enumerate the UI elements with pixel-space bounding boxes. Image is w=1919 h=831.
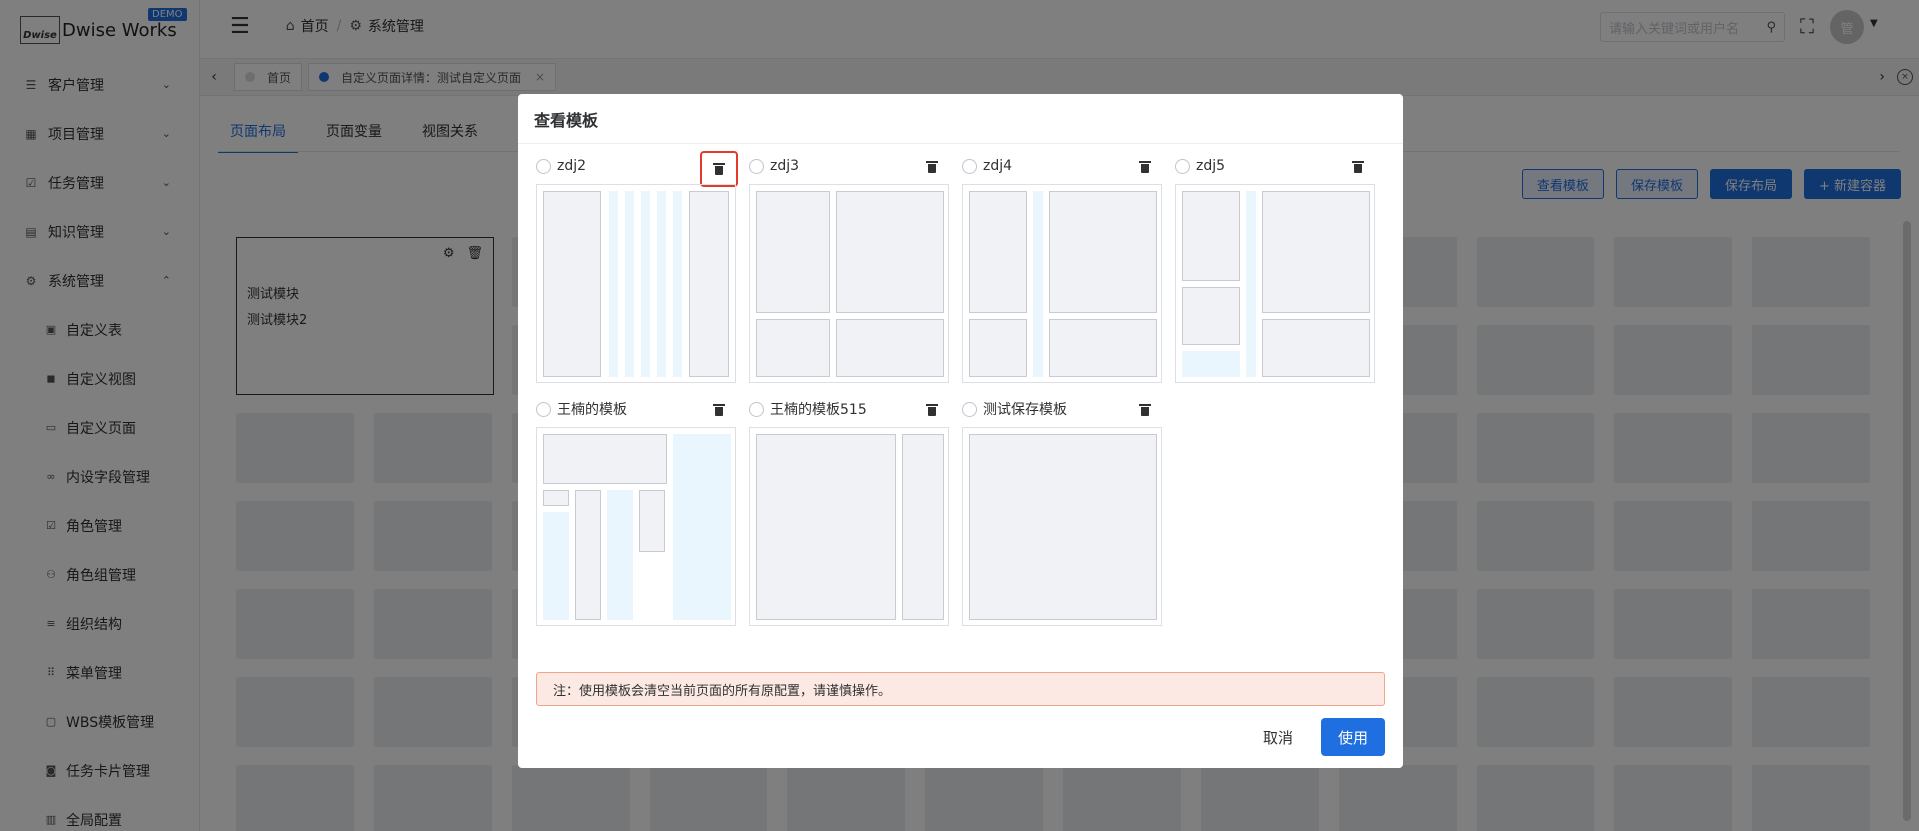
template-preview	[749, 184, 949, 383]
preview-stripe	[543, 512, 569, 620]
view-template-dialog: 查看模板 zdj2 zdj3 zdj4 zdj5 王楠的模板 王楠的模板515 …	[518, 94, 1403, 768]
preview-stripe	[1033, 191, 1043, 377]
template-radio[interactable]	[962, 401, 977, 417]
delete-template-button[interactable]	[925, 160, 939, 174]
trash-icon	[1352, 161, 1364, 173]
preview-block	[543, 191, 601, 377]
preview-block	[689, 191, 729, 377]
template-preview	[536, 427, 736, 626]
preview-block	[836, 319, 944, 377]
preview-block	[543, 490, 569, 506]
template-header: zdj2	[536, 151, 738, 187]
template-radio[interactable]	[536, 158, 551, 174]
template-name: 王楠的模板	[557, 402, 627, 418]
preview-block	[1049, 191, 1157, 313]
template-preview	[536, 184, 736, 383]
template-name: 测试保存模板	[983, 402, 1067, 418]
template-card[interactable]: 王楠的模板515	[749, 397, 949, 626]
template-radio[interactable]	[749, 401, 764, 417]
template-card[interactable]: zdj2	[536, 151, 738, 383]
preview-stripe	[641, 191, 650, 377]
trash-icon	[713, 163, 725, 175]
use-button[interactable]: 使用	[1321, 718, 1385, 756]
dialog-footer: 取消 使用	[1249, 718, 1385, 756]
delete-template-button[interactable]	[925, 403, 939, 417]
template-header: 王楠的模板515	[749, 397, 949, 421]
trash-icon	[713, 404, 725, 416]
template-card[interactable]: zdj5	[1175, 154, 1375, 383]
preview-block	[969, 319, 1027, 377]
preview-block	[836, 191, 944, 313]
preview-block	[1049, 319, 1157, 377]
preview-block	[1182, 287, 1240, 345]
template-list: zdj2 zdj3 zdj4 zdj5 王楠的模板 王楠的模板515 测试保存模…	[536, 151, 1386, 626]
template-preview	[749, 427, 949, 626]
template-radio[interactable]	[749, 158, 764, 174]
preview-block	[575, 490, 601, 620]
preview-block	[1262, 191, 1370, 313]
preview-stripe	[657, 191, 666, 377]
warning-notice: 注：使用模板会清空当前页面的所有原配置，请谨慎操作。	[536, 672, 1385, 706]
preview-stripe	[625, 191, 634, 377]
preview-block	[756, 191, 830, 313]
delete-template-button[interactable]	[700, 151, 738, 187]
template-card[interactable]: zdj3	[749, 154, 949, 383]
template-header: zdj4	[962, 154, 1162, 178]
preview-stripe	[1182, 351, 1240, 377]
preview-block	[902, 434, 944, 620]
preview-block	[1262, 319, 1370, 377]
template-radio[interactable]	[962, 158, 977, 174]
preview-stripe	[673, 434, 731, 620]
template-card[interactable]: 王楠的模板	[536, 397, 736, 626]
preview-stripe	[607, 490, 633, 620]
preview-block	[1182, 191, 1240, 281]
template-header: 测试保存模板	[962, 397, 1162, 421]
template-preview	[962, 427, 1162, 626]
trash-icon	[926, 404, 938, 416]
delete-template-button[interactable]	[1138, 403, 1152, 417]
trash-icon	[1139, 161, 1151, 173]
template-header: 王楠的模板	[536, 397, 736, 421]
preview-block	[639, 490, 665, 552]
preview-stripe	[1246, 191, 1256, 377]
trash-icon	[926, 161, 938, 173]
delete-template-button[interactable]	[1351, 160, 1365, 174]
preview-block	[543, 434, 667, 484]
template-preview	[962, 184, 1162, 383]
preview-block	[756, 434, 896, 620]
preview-stripe	[609, 191, 618, 377]
template-radio[interactable]	[1175, 158, 1190, 174]
preview-block	[969, 191, 1027, 313]
template-radio[interactable]	[536, 401, 551, 417]
template-card[interactable]: zdj4	[962, 154, 1162, 383]
template-name: zdj2	[557, 158, 587, 174]
template-name: zdj4	[983, 158, 1013, 174]
template-name: 王楠的模板515	[770, 402, 867, 418]
cancel-button[interactable]: 取消	[1249, 718, 1307, 756]
dialog-title: 查看模板	[518, 94, 1403, 144]
template-header: zdj3	[749, 154, 949, 178]
template-preview	[1175, 184, 1375, 383]
delete-template-button[interactable]	[1138, 160, 1152, 174]
preview-stripe	[673, 191, 682, 377]
template-header: zdj5	[1175, 154, 1375, 178]
template-name: zdj5	[1196, 158, 1226, 174]
preview-block	[756, 319, 830, 377]
template-name: zdj3	[770, 158, 800, 174]
delete-template-button[interactable]	[712, 403, 726, 417]
trash-icon	[1139, 404, 1151, 416]
preview-block	[969, 434, 1157, 620]
template-card[interactable]: 测试保存模板	[962, 397, 1162, 626]
